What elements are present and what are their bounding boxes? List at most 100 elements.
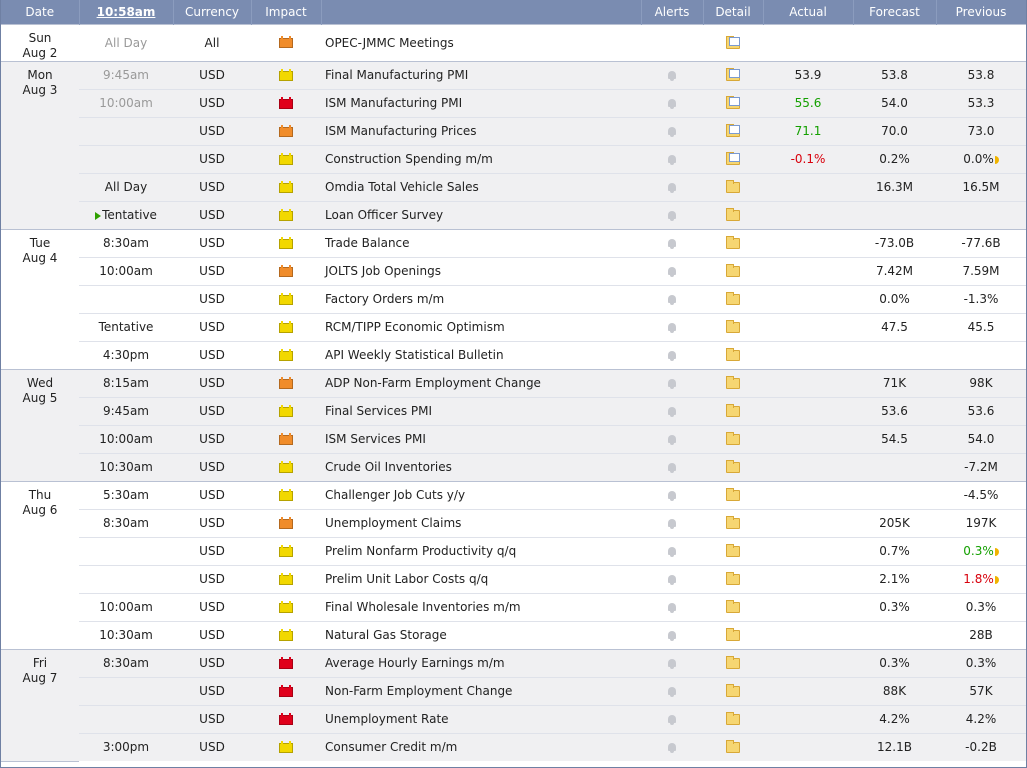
detail-folder-icon[interactable] — [726, 628, 740, 641]
event-title[interactable]: API Weekly Statistical Bulletin — [321, 340, 641, 369]
event-title[interactable]: Omdia Total Vehicle Sales — [321, 172, 641, 201]
event-row[interactable]: 4:30pm USD API Weekly Statistical Bulletin — [1, 340, 1026, 369]
event-row[interactable]: USD Factory Orders m/m 0.0% -1.3% — [1, 284, 1026, 313]
event-title[interactable]: Crude Oil Inventories — [321, 452, 641, 481]
detail-folder-icon[interactable] — [726, 264, 740, 277]
detail-folder-icon[interactable] — [726, 404, 740, 417]
event-row[interactable]: USD ISM Manufacturing Prices 71.1 70.0 73.0 — [1, 116, 1026, 145]
bell-icon[interactable] — [667, 434, 677, 445]
detail-document-folder-icon[interactable] — [726, 68, 740, 81]
bell-icon[interactable] — [667, 126, 677, 137]
event-title[interactable]: Final Wholesale Inventories m/m — [321, 592, 641, 621]
event-row[interactable]: 10:00am USD ISM Manufacturing PMI 55.6 54.0 5… — [1, 88, 1026, 117]
bell-icon[interactable] — [667, 714, 677, 725]
detail-folder-icon[interactable] — [726, 460, 740, 473]
event-row[interactable]: USD Prelim Nonfarm Productivity q/q 0.7% 0.… — [1, 536, 1026, 565]
bell-icon[interactable] — [667, 546, 677, 557]
detail-document-folder-icon[interactable] — [726, 152, 740, 165]
header-currency[interactable]: Currency — [173, 0, 252, 24]
event-row[interactable]: 3:00pm USD Consumer Credit m/m 12.1B -0.2B — [1, 732, 1026, 761]
event-row[interactable]: 8:30am USD Unemployment Claims 205K 197K — [1, 508, 1026, 537]
event-row[interactable]: 10:30am USD Crude Oil Inventories -7.2M — [1, 452, 1026, 481]
detail-folder-icon[interactable] — [726, 572, 740, 585]
event-row[interactable]: 10:00am USD Final Wholesale Inventories m/… — [1, 592, 1026, 621]
detail-folder-icon[interactable] — [726, 684, 740, 697]
bell-icon[interactable] — [667, 350, 677, 361]
event-title[interactable]: RCM/TIPP Economic Optimism — [321, 312, 641, 341]
bell-icon[interactable] — [667, 238, 677, 249]
event-title[interactable]: ISM Manufacturing PMI — [321, 88, 641, 117]
event-title[interactable]: Final Manufacturing PMI — [321, 60, 641, 89]
bell-icon[interactable] — [667, 490, 677, 501]
event-row[interactable]: Sun Aug 2 All Day All OPEC-JMMC Meetings — [1, 23, 1026, 62]
detail-folder-icon[interactable] — [726, 544, 740, 557]
event-title[interactable]: Construction Spending m/m — [321, 144, 641, 173]
event-title[interactable]: Loan Officer Survey — [321, 200, 641, 229]
event-row[interactable]: All Day USD Omdia Total Vehicle Sales 16.3M… — [1, 172, 1026, 201]
revision-marker-icon[interactable] — [994, 155, 999, 164]
detail-folder-icon[interactable] — [726, 376, 740, 389]
header-date[interactable]: Date — [1, 0, 80, 24]
detail-folder-icon[interactable] — [726, 236, 740, 249]
detail-folder-icon[interactable] — [726, 656, 740, 669]
event-title[interactable]: Final Services PMI — [321, 396, 641, 425]
event-row[interactable]: Fri Aug 7 8:30am USD Average Hourly Earnings… — [1, 648, 1026, 762]
event-title[interactable]: Non-Farm Employment Change — [321, 676, 641, 705]
event-row[interactable]: USD Non-Farm Employment Change 88K 57K — [1, 676, 1026, 705]
event-row[interactable]: 9:45am USD Final Services PMI 53.6 53.6 — [1, 396, 1026, 425]
bell-icon[interactable] — [667, 630, 677, 641]
bell-icon[interactable] — [667, 70, 677, 81]
detail-document-folder-icon[interactable] — [726, 96, 740, 109]
detail-folder-icon[interactable] — [726, 516, 740, 529]
revision-marker-icon[interactable] — [994, 547, 999, 556]
bell-icon[interactable] — [667, 602, 677, 613]
bell-icon[interactable] — [667, 574, 677, 585]
event-title[interactable]: Consumer Credit m/m — [321, 732, 641, 761]
event-row[interactable]: Tue Aug 4 8:30am USD Trade Balance -73.0B -77.… — [1, 228, 1026, 370]
event-title[interactable]: Unemployment Rate — [321, 704, 641, 733]
event-title[interactable]: Factory Orders m/m — [321, 284, 641, 313]
event-title[interactable]: Prelim Nonfarm Productivity q/q — [321, 536, 641, 565]
event-title[interactable]: Trade Balance — [321, 228, 641, 257]
bell-icon[interactable] — [667, 182, 677, 193]
event-row[interactable]: 10:00am USD ISM Services PMI 54.5 54.0 — [1, 424, 1026, 453]
event-title[interactable]: ISM Services PMI — [321, 424, 641, 453]
detail-folder-icon[interactable] — [726, 292, 740, 305]
bell-icon[interactable] — [667, 154, 677, 165]
event-title[interactable]: Challenger Job Cuts y/y — [321, 480, 641, 509]
detail-folder-icon[interactable] — [726, 180, 740, 193]
bell-icon[interactable] — [667, 98, 677, 109]
detail-folder-icon[interactable] — [726, 488, 740, 501]
detail-folder-icon[interactable] — [726, 432, 740, 445]
event-title[interactable]: Average Hourly Earnings m/m — [321, 648, 641, 677]
header-impact[interactable]: Impact — [251, 0, 322, 24]
current-time-link[interactable]: 10:58am — [97, 5, 156, 19]
header-current-time[interactable]: 10:58am — [79, 0, 174, 24]
event-row[interactable]: 10:00am USD JOLTS Job Openings 7.42M 7.59M — [1, 256, 1026, 285]
event-row[interactable]: Thu Aug 6 5:30am USD Challenger Job Cuts y/y… — [1, 480, 1026, 650]
bell-icon[interactable] — [667, 378, 677, 389]
event-title[interactable]: Prelim Unit Labor Costs q/q — [321, 564, 641, 593]
detail-folder-icon[interactable] — [726, 600, 740, 613]
detail-folder-icon[interactable] — [726, 320, 740, 333]
detail-document-folder-icon[interactable] — [726, 124, 740, 137]
detail-folder-icon[interactable] — [726, 208, 740, 221]
bell-icon[interactable] — [667, 322, 677, 333]
bell-icon[interactable] — [667, 406, 677, 417]
event-row[interactable]: 10:30am USD Natural Gas Storage 28B — [1, 620, 1026, 649]
revision-marker-icon[interactable] — [994, 575, 999, 584]
bell-icon[interactable] — [667, 518, 677, 529]
bell-icon[interactable] — [667, 462, 677, 473]
event-title[interactable]: Natural Gas Storage — [321, 620, 641, 649]
event-row[interactable]: Mon Aug 3 9:45am USD Final Manufacturing PMI… — [1, 60, 1026, 230]
event-title[interactable]: ADP Non-Farm Employment Change — [321, 368, 641, 397]
event-row[interactable]: Tentative USD Loan Officer Survey — [1, 200, 1026, 229]
bell-icon[interactable] — [667, 266, 677, 277]
detail-folder-icon[interactable] — [726, 740, 740, 754]
event-row[interactable]: USD Unemployment Rate 4.2% 4.2% — [1, 704, 1026, 733]
event-title[interactable]: Unemployment Claims — [321, 508, 641, 537]
bell-icon[interactable] — [667, 686, 677, 697]
detail-folder-icon[interactable] — [726, 348, 740, 361]
event-title[interactable]: ISM Manufacturing Prices — [321, 116, 641, 145]
bell-icon[interactable] — [667, 742, 677, 753]
